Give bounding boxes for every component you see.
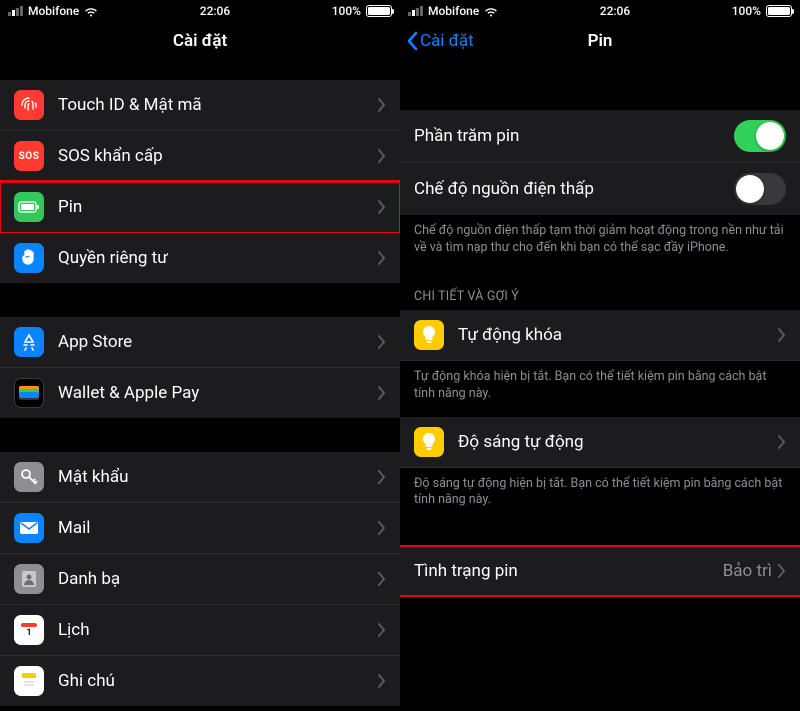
settings-row-contacts[interactable]: Danh bạ <box>0 554 400 605</box>
auto-brightness-note: Độ sáng tự động hiện bị tắt. Bạn có thể … <box>400 468 800 524</box>
mail-icon <box>14 513 44 543</box>
hand-icon <box>14 243 44 273</box>
appstore-icon <box>14 327 44 357</box>
row-label: Chế độ nguồn điện thấp <box>414 179 734 199</box>
settings-row-calendar[interactable]: 1 Lịch <box>0 605 400 656</box>
battery-pct-label: 100% <box>332 4 361 18</box>
row-label: Tự động khóa <box>458 325 778 345</box>
row-label: Pin <box>58 197 378 217</box>
battery-pct-label: 100% <box>732 4 761 18</box>
settings-row-privacy[interactable]: Quyền riêng tư <box>0 233 400 283</box>
auto-lock-suggestion-row[interactable]: Tự động khóa <box>400 310 800 361</box>
sos-icon: SOS <box>14 141 44 171</box>
settings-row-notes[interactable]: Ghi chú <box>0 656 400 706</box>
chevron-right-icon <box>378 149 386 163</box>
chevron-right-icon <box>378 200 386 214</box>
chevron-right-icon <box>778 564 786 578</box>
row-label: Phần trăm pin <box>414 126 734 146</box>
page-title: Pin <box>588 31 613 51</box>
key-icon <box>14 462 44 492</box>
lightbulb-icon <box>414 427 444 457</box>
calendar-icon: 1 <box>14 615 44 645</box>
battery-icon <box>366 5 392 17</box>
row-label: Tình trạng pin <box>414 561 723 581</box>
chevron-right-icon <box>778 328 786 342</box>
settings-row-passwords[interactable]: Mật khẩu <box>0 452 400 503</box>
row-label: Touch ID & Mật mã <box>58 95 378 115</box>
notes-icon <box>14 666 44 696</box>
settings-row-battery[interactable]: Pin <box>0 182 400 233</box>
battery-percentage-toggle[interactable] <box>734 120 786 152</box>
back-label: Cài đặt <box>420 31 474 51</box>
chevron-right-icon <box>378 470 386 484</box>
row-label: Mail <box>58 518 378 538</box>
chevron-right-icon <box>378 251 386 265</box>
chevron-left-icon <box>406 31 418 51</box>
clock-label: 22:06 <box>600 4 630 18</box>
battery-screen: Mobifone 22:06 100% Cài đặt Pin Phần tră… <box>400 0 800 711</box>
low-power-mode-row[interactable]: Chế độ nguồn điện thấp <box>400 163 800 215</box>
chevron-right-icon <box>378 386 386 400</box>
clock-label: 22:06 <box>200 4 230 18</box>
settings-row-wallet[interactable]: Wallet & Apple Pay <box>0 368 400 418</box>
fingerprint-icon <box>14 90 44 120</box>
lightbulb-icon <box>414 320 444 350</box>
settings-row-appstore[interactable]: App Store <box>0 317 400 368</box>
page-title: Cài đặt <box>173 31 227 51</box>
carrier-label: Mobifone <box>28 4 79 18</box>
row-label: Độ sáng tự động <box>458 432 778 452</box>
row-label: Danh bạ <box>58 569 378 589</box>
chevron-right-icon <box>378 674 386 688</box>
chevron-right-icon <box>378 623 386 637</box>
suggestions-header: CHI TIẾT VÀ GỢI Ý <box>400 271 800 310</box>
cellular-signal-icon <box>8 6 23 16</box>
auto-lock-note: Tự động khóa hiện bị tắt. Bạn có thể tiế… <box>400 361 800 417</box>
chevron-right-icon <box>778 435 786 449</box>
wifi-icon <box>484 6 498 16</box>
settings-screen: Mobifone 22:06 100% Cài đặt Touch ID & M… <box>0 0 400 711</box>
row-label: Lịch <box>58 620 378 640</box>
chevron-right-icon <box>378 572 386 586</box>
battery-health-row[interactable]: Tình trạng pin Bảo trì <box>400 547 800 595</box>
settings-row-sos[interactable]: SOS SOS khẩn cấp <box>0 131 400 182</box>
row-label: SOS khẩn cấp <box>58 146 378 166</box>
row-label: Quyền riêng tư <box>58 248 378 268</box>
carrier-label: Mobifone <box>428 4 479 18</box>
low-power-mode-toggle[interactable] <box>734 173 786 205</box>
battery-icon <box>14 192 44 222</box>
settings-row-touchid[interactable]: Touch ID & Mật mã <box>0 80 400 131</box>
row-label: App Store <box>58 332 378 352</box>
cellular-signal-icon <box>408 6 423 16</box>
settings-row-mail[interactable]: Mail <box>0 503 400 554</box>
status-bar: Mobifone 22:06 100% <box>0 0 400 20</box>
status-bar: Mobifone 22:06 100% <box>400 0 800 20</box>
contacts-icon <box>14 564 44 594</box>
svg-text:1: 1 <box>26 628 31 638</box>
nav-header: Cài đặt Pin <box>400 20 800 62</box>
wallet-icon <box>14 378 44 408</box>
battery-icon <box>766 5 792 17</box>
row-label: Mật khẩu <box>58 467 378 487</box>
row-value: Bảo trì <box>723 561 772 581</box>
row-label: Ghi chú <box>58 671 378 691</box>
chevron-right-icon <box>378 521 386 535</box>
chevron-right-icon <box>378 98 386 112</box>
row-label: Wallet & Apple Pay <box>58 383 378 403</box>
back-button[interactable]: Cài đặt <box>406 20 474 62</box>
chevron-right-icon <box>378 335 386 349</box>
battery-percentage-row[interactable]: Phần trăm pin <box>400 110 800 163</box>
auto-brightness-suggestion-row[interactable]: Độ sáng tự động <box>400 417 800 468</box>
wifi-icon <box>84 6 98 16</box>
low-power-note: Chế độ nguồn điện thấp tạm thời giảm hoạ… <box>400 215 800 271</box>
nav-header: Cài đặt <box>0 20 400 62</box>
